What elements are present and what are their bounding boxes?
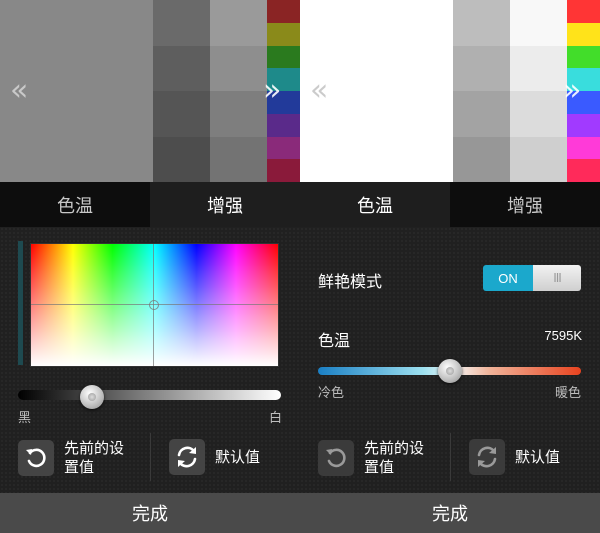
color-preview: « » [300, 0, 600, 182]
previous-preview-chevron-icon[interactable]: « [10, 73, 28, 109]
toggle-thumb-grip-icon[interactable]: III [533, 265, 581, 291]
previous-settings-button[interactable]: 先前的设 置值 [318, 439, 424, 477]
undo-icon [18, 440, 54, 476]
tab-color-temperature[interactable]: 色温 [0, 182, 150, 227]
gray-swatch [510, 45, 567, 91]
next-preview-chevron-icon[interactable]: » [263, 73, 281, 109]
color-temperature-slider-knob[interactable] [437, 359, 462, 383]
cold-color-label: 冷色 [318, 386, 345, 401]
color-temperature-content: 鲜艳模式 ON III 色温 7595K 冷色 暖色 先前的设 置值 默认值 [300, 227, 600, 493]
button-divider [450, 433, 451, 481]
color-swatch [267, 45, 300, 69]
color-swatch [267, 113, 300, 137]
gray-swatch [510, 0, 567, 46]
previous-settings-button[interactable]: 先前的设 置值 [18, 439, 124, 477]
gray-swatch [153, 0, 210, 46]
preview-gray-column-2 [210, 0, 267, 182]
enhance-content: 黑 白 先前的设 置值 默认值 [0, 227, 300, 493]
warm-color-label: 暖色 [555, 386, 582, 401]
tab-color-temperature[interactable]: 色温 [300, 182, 450, 227]
white-label: 白 [269, 411, 283, 426]
gray-swatch [453, 0, 510, 46]
undo-icon [318, 440, 354, 476]
color-swatch [567, 0, 600, 23]
gray-swatch [453, 136, 510, 182]
next-preview-chevron-icon[interactable]: » [563, 73, 581, 109]
gray-swatch [210, 0, 267, 46]
gray-swatch [153, 91, 210, 137]
tab-enhance[interactable]: 增强 [150, 182, 300, 227]
black-white-slider-knob[interactable] [79, 385, 104, 409]
default-value-label: 默认值 [215, 447, 261, 466]
gray-swatch [510, 91, 567, 137]
color-swatch [267, 159, 300, 182]
refresh-icon [469, 439, 505, 475]
gray-swatch [153, 45, 210, 91]
selection-indicator-bar [18, 241, 23, 365]
preview-gray-column-2 [510, 0, 567, 182]
color-swatch [567, 159, 600, 182]
default-value-button[interactable]: 默认值 [469, 439, 560, 475]
vivid-mode-label: 鲜艳模式 [318, 272, 383, 291]
gray-swatch [210, 91, 267, 137]
tab-enhance[interactable]: 增强 [450, 182, 600, 227]
gray-swatch [453, 91, 510, 137]
color-swatch [567, 22, 600, 46]
color-swatch [567, 113, 600, 137]
gray-swatch [153, 136, 210, 182]
color-swatch [267, 0, 300, 23]
gray-swatch [510, 136, 567, 182]
vivid-mode-toggle[interactable]: ON III [483, 265, 581, 291]
color-swatch [267, 136, 300, 160]
color-preview: « » [0, 0, 300, 182]
settings-tabs: 色温 增强 [0, 182, 300, 227]
crosshair-center-icon[interactable] [149, 300, 159, 310]
toggle-on-label: ON [483, 265, 533, 291]
color-temperature-pane: « » 色温 增强 鲜艳模式 ON III 色温 7595K 冷色 暖色 先前的… [300, 0, 600, 533]
previous-preview-chevron-icon[interactable]: « [310, 73, 328, 109]
done-button[interactable]: 完成 [0, 493, 300, 533]
black-white-slider-track[interactable] [18, 390, 281, 400]
preview-gray-column-1 [153, 0, 210, 182]
settings-tabs: 色温 增强 [300, 182, 600, 227]
gray-swatch [210, 45, 267, 91]
color-swatch [567, 136, 600, 160]
color-swatch [567, 45, 600, 69]
previous-settings-label: 先前的设 置值 [364, 439, 425, 476]
refresh-icon [169, 439, 205, 475]
screenshot-root: « » 色温 增强 黑 白 先前的设 置值 默认值 完成 « » 色温 增强 鲜… [0, 0, 600, 533]
preview-gray-column-1 [453, 0, 510, 182]
color-temperature-label: 色温 [318, 331, 351, 350]
button-divider [150, 433, 151, 481]
color-swatch [267, 22, 300, 46]
gray-swatch [453, 45, 510, 91]
black-label: 黑 [18, 411, 32, 426]
enhance-settings-pane: « » 色温 增强 黑 白 先前的设 置值 默认值 完成 [0, 0, 300, 533]
gray-swatch [210, 136, 267, 182]
color-temperature-value: 7595K [544, 328, 582, 343]
done-button[interactable]: 完成 [300, 493, 600, 533]
default-value-button[interactable]: 默认值 [169, 439, 260, 475]
previous-settings-label: 先前的设 置值 [64, 439, 125, 476]
color-picker-field[interactable] [30, 243, 279, 367]
default-value-label: 默认值 [515, 447, 561, 466]
